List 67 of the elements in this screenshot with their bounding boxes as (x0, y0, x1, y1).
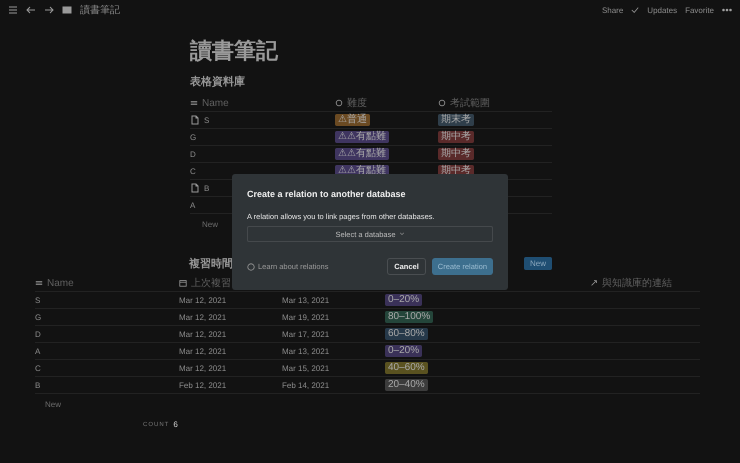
column-header: Name (202, 98, 229, 108)
dialog-title: Create a relation to another database (247, 189, 407, 199)
list-icon (35, 279, 43, 287)
date-cell: Mar 12, 2021 (179, 330, 226, 338)
date-cell: Feb 14, 2021 (282, 380, 330, 390)
row-name[interactable]: A (35, 346, 40, 356)
menu-icon (8, 5, 18, 15)
tag: 期中考 (438, 131, 474, 143)
date-cell: Mar 12, 2021 (179, 364, 226, 372)
topbar-link[interactable]: Share (602, 6, 624, 14)
tag: ⚠普通 (335, 114, 370, 126)
calendar-icon (179, 279, 187, 287)
forward-arrow-icon (44, 5, 54, 15)
row-name[interactable]: G (35, 312, 42, 322)
date-cell: Mar 12, 2021 (179, 346, 226, 356)
document-icon (190, 183, 200, 193)
row-name[interactable]: S (35, 296, 40, 304)
tag: ⚠⚠有點難 (335, 148, 389, 160)
row-name[interactable]: A (190, 200, 196, 210)
circle-icon (335, 99, 343, 107)
page-title: 讀書筆記 (190, 37, 280, 65)
tag: 期中考 (438, 148, 474, 160)
row-name[interactable]: B (204, 184, 210, 192)
help-icon (247, 262, 255, 270)
link-icon (590, 279, 598, 287)
date-cell: Mar 12, 2021 (179, 296, 226, 304)
check-icon (631, 6, 640, 14)
topbar-link[interactable]: Updates (647, 6, 678, 14)
row-name[interactable]: D (35, 330, 41, 338)
row-name[interactable]: C (190, 166, 196, 176)
tag: 0–20% (385, 294, 422, 306)
document-icon (190, 115, 200, 125)
column-header: 考試範圍 (450, 96, 490, 110)
date-cell: Mar 13, 2021 (282, 296, 330, 304)
topbar-link[interactable]: Favorite (685, 6, 714, 14)
table-heading: 表格資料庫 (190, 74, 246, 89)
back-arrow-icon (26, 5, 36, 15)
count-value: 6 (173, 420, 178, 429)
row-name[interactable]: B (35, 380, 40, 390)
date-cell: Mar 12, 2021 (179, 312, 226, 322)
breadcrumb[interactable]: 讀書筆記 (80, 3, 120, 17)
tag: 80–100% (385, 311, 434, 323)
row-name[interactable]: G (190, 132, 196, 142)
column-header: 難度 (347, 96, 367, 110)
tag: ⚠⚠有點難 (335, 131, 389, 143)
date-cell: Mar 13, 2021 (282, 346, 330, 356)
column-header: 上次複習 (191, 276, 231, 290)
row-name[interactable]: D (190, 150, 196, 158)
column-header: 與知識庫的連結 (602, 276, 672, 290)
tag: 0–20% (385, 345, 422, 357)
tag: 60–80% (385, 328, 428, 340)
date-cell: Mar 15, 2021 (282, 364, 330, 372)
row-name[interactable]: S (204, 116, 210, 124)
list-icon (190, 99, 198, 107)
date-cell: Mar 19, 2021 (282, 312, 330, 322)
tag: 40–60% (385, 362, 428, 374)
date-cell: Feb 12, 2021 (179, 380, 226, 390)
new-row-link[interactable]: New (45, 400, 62, 409)
row-name[interactable]: C (35, 364, 41, 372)
column-header: Name (47, 278, 74, 288)
circle-icon (438, 99, 446, 107)
chevron-icon (398, 231, 405, 237)
new-button[interactable]: New (524, 257, 552, 270)
tag: 20–40% (385, 379, 428, 391)
new-row-link[interactable]: New (202, 220, 218, 229)
date-cell: Mar 17, 2021 (282, 330, 330, 338)
tag: 期末考 (438, 114, 474, 126)
